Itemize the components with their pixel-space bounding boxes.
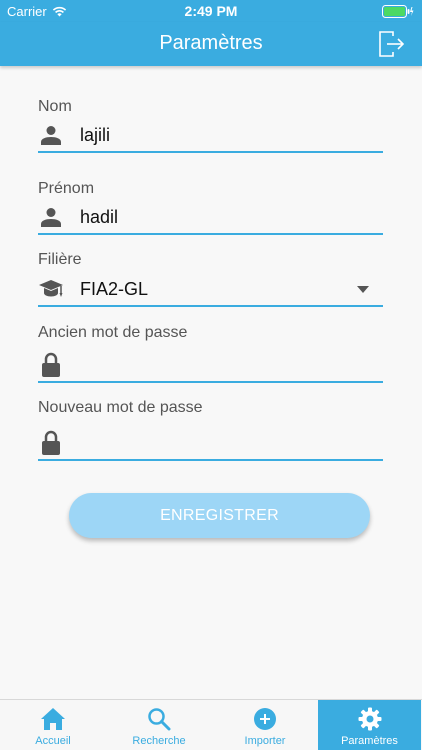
field-ancien-mdp: Ancien mot de passe: [38, 324, 383, 383]
tab-importer[interactable]: Importer: [212, 700, 318, 750]
graduation-cap-icon: [38, 276, 64, 302]
status-time: 2:49 PM: [184, 3, 238, 19]
gear-icon: [358, 707, 381, 731]
field-filiere: Filière FIA2-GL: [38, 251, 383, 307]
home-icon: [41, 708, 65, 730]
tab-label-importer: Importer: [244, 735, 286, 747]
field-prenom: Prénom hadil: [38, 180, 383, 235]
person-icon: [38, 204, 64, 230]
ancien-mdp-input-row[interactable]: [38, 349, 383, 383]
plus-circle-icon: [254, 708, 276, 730]
logout-icon: [379, 31, 405, 57]
tab-label-recherche: Recherche: [132, 735, 186, 747]
field-label-nom: Nom: [38, 98, 72, 115]
field-nouveau-mdp: Nouveau mot de passe: [38, 399, 383, 461]
logout-button[interactable]: [374, 27, 408, 61]
prenom-input-row[interactable]: hadil: [38, 201, 383, 235]
nom-value[interactable]: lajili: [80, 125, 383, 146]
filiere-select[interactable]: FIA2-GL: [38, 273, 383, 307]
field-label-filiere: Filière: [38, 251, 82, 268]
prenom-value[interactable]: hadil: [80, 207, 383, 228]
filiere-value[interactable]: FIA2-GL: [80, 279, 357, 300]
status-bar: Carrier 2:49 PM: [0, 0, 422, 22]
field-label-nouveau-mdp: Nouveau mot de passe: [38, 399, 203, 416]
tab-label-accueil: Accueil: [35, 735, 71, 747]
save-button[interactable]: ENREGISTRER: [69, 493, 370, 538]
nav-bar: Paramètres: [0, 22, 422, 66]
tab-bar: Accueil Recherche Importer Paramètres: [0, 699, 422, 750]
nom-input-row[interactable]: lajili: [38, 119, 383, 153]
search-icon: [148, 708, 171, 731]
field-label-prenom: Prénom: [38, 180, 95, 197]
lock-icon: [38, 430, 64, 456]
page-title: Paramètres: [159, 32, 263, 54]
nouveau-mdp-input-row[interactable]: [38, 427, 383, 461]
field-label-ancien-mdp: Ancien mot de passe: [38, 324, 188, 341]
battery-icon: [382, 5, 414, 18]
field-nom: Nom lajili: [38, 98, 383, 153]
tab-parametres[interactable]: Paramètres: [318, 700, 421, 750]
ancien-mdp-input[interactable]: [80, 354, 383, 376]
person-icon: [38, 122, 64, 148]
tab-recherche[interactable]: Recherche: [106, 700, 212, 750]
tab-label-parametres: Paramètres: [341, 735, 398, 747]
tab-accueil[interactable]: Accueil: [0, 700, 106, 750]
nouveau-mdp-input[interactable]: [80, 432, 383, 454]
chevron-down-icon[interactable]: [357, 285, 369, 293]
lock-icon: [38, 352, 64, 378]
